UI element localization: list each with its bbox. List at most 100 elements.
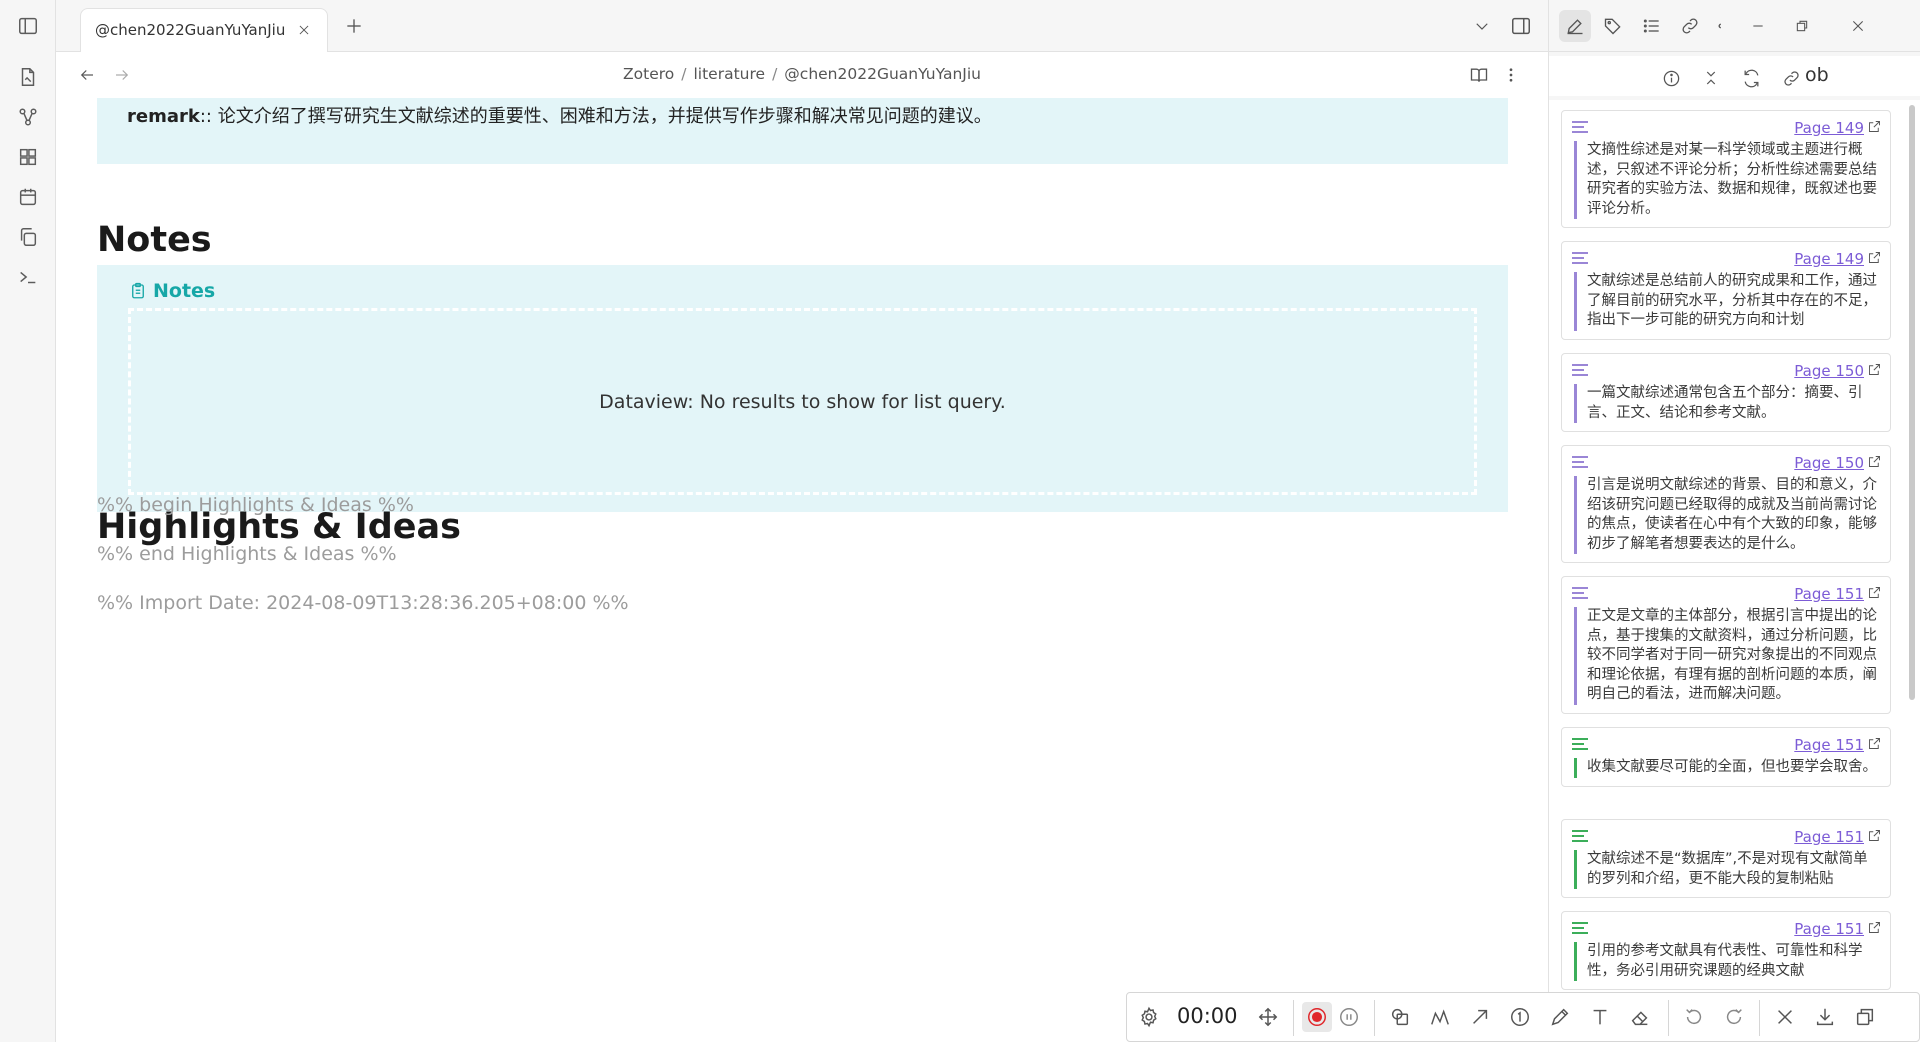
record-button[interactable] [1302, 1002, 1332, 1032]
pen-icon[interactable] [1545, 1002, 1575, 1032]
page-link[interactable]: Page 149 [1794, 250, 1864, 268]
external-link-icon[interactable] [1867, 920, 1882, 935]
page-link[interactable]: Page 151 [1794, 828, 1864, 846]
annotation-text: 文献综述是总结前人的研究成果和工作，通过了解目前的研究水平，分析其中存在的不足，… [1574, 272, 1880, 331]
right-sidebar-toggle-icon[interactable] [1507, 12, 1535, 40]
restore-window-icon[interactable] [1786, 10, 1818, 42]
left-ribbon [0, 0, 56, 1042]
refresh-icon[interactable] [1737, 64, 1765, 92]
path-icon[interactable] [1425, 1002, 1455, 1032]
breadcrumb-item[interactable]: Zotero [623, 65, 674, 83]
chevron-down-icon[interactable] [1468, 12, 1496, 40]
highlight-icon [1572, 456, 1588, 471]
page-link[interactable]: Page 149 [1794, 119, 1864, 137]
page-link[interactable]: Page 150 [1794, 362, 1864, 380]
copy-icon[interactable] [1850, 1002, 1880, 1032]
annotation-text: 引言是说明文献综述的背景、目的和意义，介绍该研究问题已经取得的成就及当前尚需讨论… [1574, 476, 1880, 554]
minimize-icon[interactable] [1742, 10, 1774, 42]
external-link-icon[interactable] [1867, 250, 1882, 265]
screen-draw-toolbar: 00:00 [1126, 992, 1920, 1042]
comment-end: %% end Highlights & Ideas %% [97, 543, 397, 565]
annotation-card[interactable]: Page 149 文摘性综述是对某一科学领域或主题进行概述，只叙述不评论分析；分… [1561, 110, 1891, 228]
link-icon[interactable] [1777, 64, 1805, 92]
annotation-card[interactable]: Page 150 一篇文献综述通常包含五个部分：摘要、引言、正文、结论和参考文献… [1561, 353, 1891, 432]
page-link[interactable]: Page 151 [1794, 920, 1864, 938]
annotation-toolbar: ob [1549, 56, 1920, 96]
annotation-text: 正文是文章的主体部分，根据引言中提出的论点，基于搜集的文献资料，通过分析问题，比… [1574, 607, 1880, 705]
breadcrumb-item[interactable]: literature [693, 65, 765, 83]
notes-callout-title: Notes [129, 280, 215, 302]
remark-key: remark [127, 106, 200, 127]
undo-icon[interactable] [1679, 1002, 1709, 1032]
new-tab-button[interactable] [340, 12, 368, 40]
canvas-icon[interactable] [14, 143, 42, 171]
view-header: Zotero / literature / @chen2022GuanYuYanJiu [56, 52, 1548, 98]
arrow-icon[interactable] [1465, 1002, 1495, 1032]
shapes-icon[interactable] [1385, 1002, 1415, 1032]
close-icon[interactable] [1770, 1002, 1800, 1032]
graph-view-icon[interactable] [14, 103, 42, 131]
terminal-icon[interactable] [14, 263, 42, 291]
editor-pane: Zotero / literature / @chen2022GuanYuYanJiu … [56, 52, 1548, 1042]
tab-note[interactable]: @chen2022GuanYuYanJiu [80, 8, 328, 52]
annotation-view-icon[interactable] [1559, 10, 1591, 42]
annotation-text: 收集文献要尽可能的全面，但也要学会取舍。 [1574, 758, 1880, 778]
comment-import-date: %% Import Date: 2024-08-09T13:28:36.205+… [97, 592, 629, 614]
page-link[interactable]: Page 150 [1794, 454, 1864, 472]
backlinks-icon[interactable] [1674, 10, 1706, 42]
annotation-text: 引用的参考文献具有代表性、可靠性和科学性，务必引用研究课题的经典文献 [1574, 942, 1880, 981]
info-icon[interactable] [1657, 64, 1685, 92]
page-link[interactable]: Page 151 [1794, 585, 1864, 603]
breadcrumb-item[interactable]: @chen2022GuanYuYanJiu [784, 65, 981, 83]
collapse-icon[interactable] [1697, 64, 1725, 92]
number-marker-icon[interactable] [1505, 1002, 1535, 1032]
sidebar-toggle-icon[interactable] [14, 12, 42, 40]
external-link-icon[interactable] [1867, 362, 1882, 377]
highlight-icon [1572, 922, 1588, 937]
remark-line: remark:: 论文介绍了撰写研究生文献综述的重要性、困难和方法，并提供写作步… [127, 102, 992, 128]
external-link-icon[interactable] [1867, 828, 1882, 843]
eraser-icon[interactable] [1625, 1002, 1655, 1032]
tags-icon[interactable] [1597, 10, 1629, 42]
redo-icon[interactable] [1719, 1002, 1749, 1032]
outline-icon[interactable] [1636, 10, 1668, 42]
remark-callout: remark:: 论文介绍了撰写研究生文献综述的重要性、困难和方法，并提供写作步… [97, 98, 1508, 164]
gear-icon[interactable] [1134, 1002, 1164, 1032]
external-link-icon[interactable] [1867, 736, 1882, 751]
highlight-icon [1572, 364, 1588, 379]
calendar-icon[interactable] [14, 183, 42, 211]
annotation-text: 文摘性综述是对某一科学领域或主题进行概述，只叙述不评论分析；分析性综述需要总结研… [1574, 141, 1880, 219]
copy-icon[interactable] [14, 223, 42, 251]
external-link-icon[interactable] [1867, 454, 1882, 469]
annotation-scrollbar[interactable] [1909, 105, 1915, 700]
annotation-card[interactable]: Page 151 引用的参考文献具有代表性、可靠性和科学性，务必引用研究课题的经… [1561, 911, 1891, 990]
annotation-card[interactable]: Page 151 收集文献要尽可能的全面，但也要学会取舍。 [1561, 727, 1891, 787]
open-file-icon[interactable] [14, 63, 42, 91]
clipboard-icon [132, 282, 144, 299]
dataview-message: Dataview: No results to show for list qu… [599, 391, 1006, 413]
toolbar-text[interactable]: ob [1805, 64, 1829, 86]
reading-view-icon[interactable] [1465, 61, 1493, 89]
comment-begin: %% begin Highlights & Ideas %% [97, 494, 414, 516]
more-tabs-icon[interactable] [1704, 10, 1736, 42]
page-link[interactable]: Page 151 [1794, 736, 1864, 754]
more-options-icon[interactable] [1497, 61, 1525, 89]
right-sidebar-header [1549, 0, 1920, 52]
highlight-icon [1572, 587, 1588, 602]
notes-heading: Notes [97, 220, 212, 260]
notes-callout: Notes Dataview: No results to show for l… [97, 265, 1508, 512]
download-icon[interactable] [1810, 1002, 1840, 1032]
annotation-card[interactable]: Page 151 正文是文章的主体部分，根据引言中提出的论点，基于搜集的文献资料… [1561, 576, 1891, 714]
annotation-card[interactable]: Page 151 文献综述不是“数据库”,不是对现有文献简单的罗列和介绍，更不能… [1561, 819, 1891, 898]
remark-text: 论文介绍了撰写研究生文献综述的重要性、困难和方法，并提供写作步骤和解决常见问题的… [217, 106, 992, 127]
text-tool-icon[interactable] [1585, 1002, 1615, 1032]
move-icon[interactable] [1253, 1002, 1283, 1032]
close-icon[interactable] [293, 19, 315, 41]
pause-icon[interactable] [1334, 1002, 1364, 1032]
close-window-icon[interactable] [1842, 10, 1874, 42]
annotation-card[interactable]: Page 149 文献综述是总结前人的研究成果和工作，通过了解目前的研究水平，分… [1561, 241, 1891, 340]
external-link-icon[interactable] [1867, 585, 1882, 600]
external-link-icon[interactable] [1867, 119, 1882, 134]
annotation-card[interactable]: Page 150 引言是说明文献综述的背景、目的和意义，介绍该研究问题已经取得的… [1561, 445, 1891, 563]
tab-bar: @chen2022GuanYuYanJiu [56, 0, 1548, 52]
